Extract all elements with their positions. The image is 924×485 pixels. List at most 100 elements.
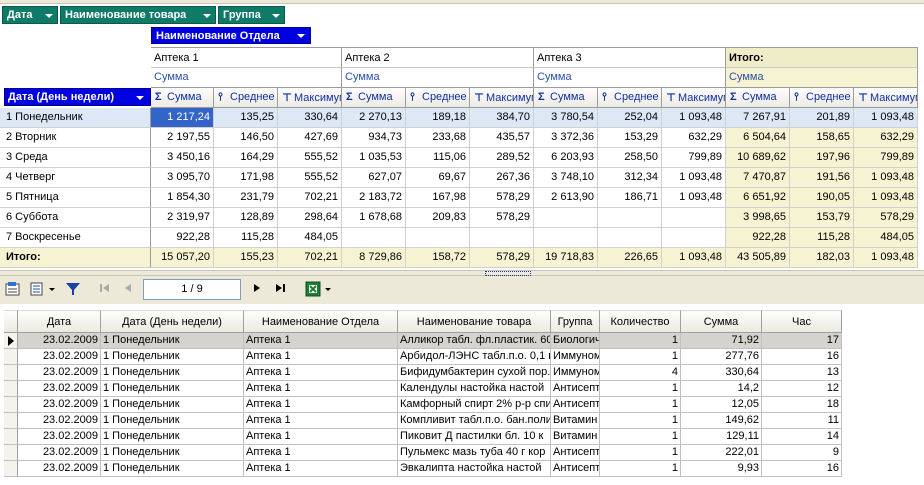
row-label[interactable]: 6 Суббота	[0, 208, 151, 228]
pivot-cell[interactable]: 2 270,13	[342, 108, 406, 128]
pivot-cell[interactable]	[342, 228, 406, 248]
pivot-cell[interactable]	[470, 228, 534, 248]
pivot-cell[interactable]: 289,52	[470, 148, 534, 168]
grid-cell[interactable]: 1	[600, 445, 681, 461]
pivot-cell[interactable]	[534, 208, 598, 228]
pivot-cell[interactable]: 6 504,64	[726, 128, 790, 148]
pivot-cell[interactable]: 1 217,24	[151, 108, 214, 128]
grid-cell[interactable]: 23.02.2009	[18, 397, 101, 413]
pivot-cell[interactable]: 128,89	[214, 208, 278, 228]
current-row-indicator[interactable]	[4, 333, 18, 349]
pivot-cell[interactable]: 3 372,36	[534, 128, 598, 148]
grid-cell[interactable]: Аптека 1	[244, 413, 398, 429]
pivot-cell[interactable]: 799,89	[854, 148, 918, 168]
measure-header[interactable]: ⊤ Максимум	[854, 88, 918, 108]
pivot-cell[interactable]: 330,64	[278, 108, 342, 128]
grid-cell[interactable]: Эвкалипта настойка настой	[398, 461, 551, 477]
grid-cell[interactable]: 14,2	[681, 381, 762, 397]
pivot-cell[interactable]: 578,29	[470, 208, 534, 228]
grid-cell[interactable]: Биологич	[551, 333, 600, 349]
grid-cell[interactable]: 17	[762, 333, 842, 349]
pivot-cell[interactable]: 578,29	[470, 248, 534, 268]
pivot-cell[interactable]: 267,36	[470, 168, 534, 188]
pivot-cell[interactable]: 2 183,72	[342, 188, 406, 208]
row-label[interactable]: 2 Вторник	[0, 128, 151, 148]
grid-cell[interactable]: 23.02.2009	[18, 413, 101, 429]
last-page-icon[interactable]	[271, 281, 289, 299]
grid-cell[interactable]: 1 Понедельник	[101, 349, 244, 365]
pivot-cell[interactable]: 233,68	[406, 128, 470, 148]
column-header[interactable]: Дата	[18, 310, 101, 333]
export-icon[interactable]	[28, 281, 46, 299]
measure-header[interactable]: ⊤ Максимум	[662, 88, 726, 108]
pivot-cell[interactable]: 702,21	[278, 188, 342, 208]
first-page-icon[interactable]	[96, 281, 114, 299]
pivot-cell[interactable]: 922,28	[726, 228, 790, 248]
grid-cell[interactable]: Аптека 1	[244, 445, 398, 461]
measure-header[interactable]: ⫯ Среднее	[598, 88, 662, 108]
grid-cell[interactable]: Аптека 1	[244, 333, 398, 349]
pivot-cell[interactable]: 799,89	[662, 148, 726, 168]
chevron-down-icon[interactable]	[323, 281, 333, 299]
grid-cell[interactable]: 1 Понедельник	[101, 413, 244, 429]
grid-cell[interactable]: 71,92	[681, 333, 762, 349]
pivot-cell[interactable]: 171,98	[214, 168, 278, 188]
grid-cell[interactable]: Иммуном	[551, 349, 600, 365]
grid-cell[interactable]: Витамин	[551, 429, 600, 445]
pivot-cell[interactable]: 226,65	[598, 248, 662, 268]
measure-header[interactable]: Σ Сумма	[534, 88, 598, 108]
pivot-cell[interactable]: 115,28	[214, 228, 278, 248]
grid-cell[interactable]: Календулы настойка настой	[398, 381, 551, 397]
pivot-cell[interactable]: 1 093,48	[854, 108, 918, 128]
grid-cell[interactable]: Аптека 1	[244, 349, 398, 365]
grid-cell[interactable]: 23.02.2009	[18, 349, 101, 365]
pivot-cell[interactable]: 19 718,83	[534, 248, 598, 268]
pivot-cell[interactable]: 197,96	[790, 148, 854, 168]
grid-cell[interactable]: Пульмекс мазь туба 40 г кор	[398, 445, 551, 461]
grid-cell[interactable]: 23.02.2009	[18, 333, 101, 349]
row-indicator[interactable]	[4, 445, 18, 461]
pivot-cell[interactable]: 1 093,48	[662, 168, 726, 188]
column-header[interactable]: Дата (День недели)	[101, 310, 244, 333]
pivot-cell[interactable]: 153,29	[598, 128, 662, 148]
pivot-cell[interactable]: 6 203,93	[534, 148, 598, 168]
pivot-cell[interactable]: 627,07	[342, 168, 406, 188]
pivot-cell[interactable]: 3 998,65	[726, 208, 790, 228]
pivot-cell[interactable]: 191,56	[790, 168, 854, 188]
pivot-cell[interactable]: 158,65	[790, 128, 854, 148]
grid-cell[interactable]: 4	[600, 365, 681, 381]
pivot-cell[interactable]: 427,69	[278, 128, 342, 148]
excel-icon[interactable]	[304, 281, 322, 299]
row-indicator[interactable]	[4, 397, 18, 413]
row-indicator[interactable]	[4, 429, 18, 445]
grid-cell[interactable]: 1 Понедельник	[101, 397, 244, 413]
column-header[interactable]: Наименование Отдела	[244, 310, 398, 333]
pivot-cell[interactable]: 164,29	[214, 148, 278, 168]
pivot-cell[interactable]: 186,71	[598, 188, 662, 208]
grid-cell[interactable]: 1	[600, 349, 681, 365]
row-indicator[interactable]	[4, 413, 18, 429]
measure-header[interactable]: ⊤ Максимум	[470, 88, 534, 108]
pivot-cell[interactable]	[598, 208, 662, 228]
pivot-cell[interactable]: 115,28	[790, 228, 854, 248]
grid-cell[interactable]: 23.02.2009	[18, 365, 101, 381]
grid-cell[interactable]: Иммуном	[551, 365, 600, 381]
pivot-cell[interactable]: 153,79	[790, 208, 854, 228]
properties-icon[interactable]	[4, 281, 22, 299]
column-header[interactable]: Час	[762, 310, 842, 333]
row-indicator[interactable]	[4, 365, 18, 381]
row-label[interactable]: 3 Среда	[0, 148, 151, 168]
measure-header[interactable]: Σ Сумма	[726, 88, 790, 108]
pivot-cell[interactable]	[662, 208, 726, 228]
pivot-cell[interactable]	[662, 228, 726, 248]
pivot-cell[interactable]: 8 729,86	[342, 248, 406, 268]
pivot-cell[interactable]	[406, 228, 470, 248]
pivot-cell[interactable]: 1 093,48	[854, 248, 918, 268]
grid-cell[interactable]: 9,93	[681, 461, 762, 477]
row-indicator[interactable]	[4, 461, 18, 477]
pivot-cell[interactable]: 384,70	[470, 108, 534, 128]
grid-cell[interactable]: Витамин	[551, 413, 600, 429]
pivot-cell[interactable]	[534, 228, 598, 248]
row-indicator[interactable]	[4, 381, 18, 397]
grid-cell[interactable]: 1 Понедельник	[101, 445, 244, 461]
